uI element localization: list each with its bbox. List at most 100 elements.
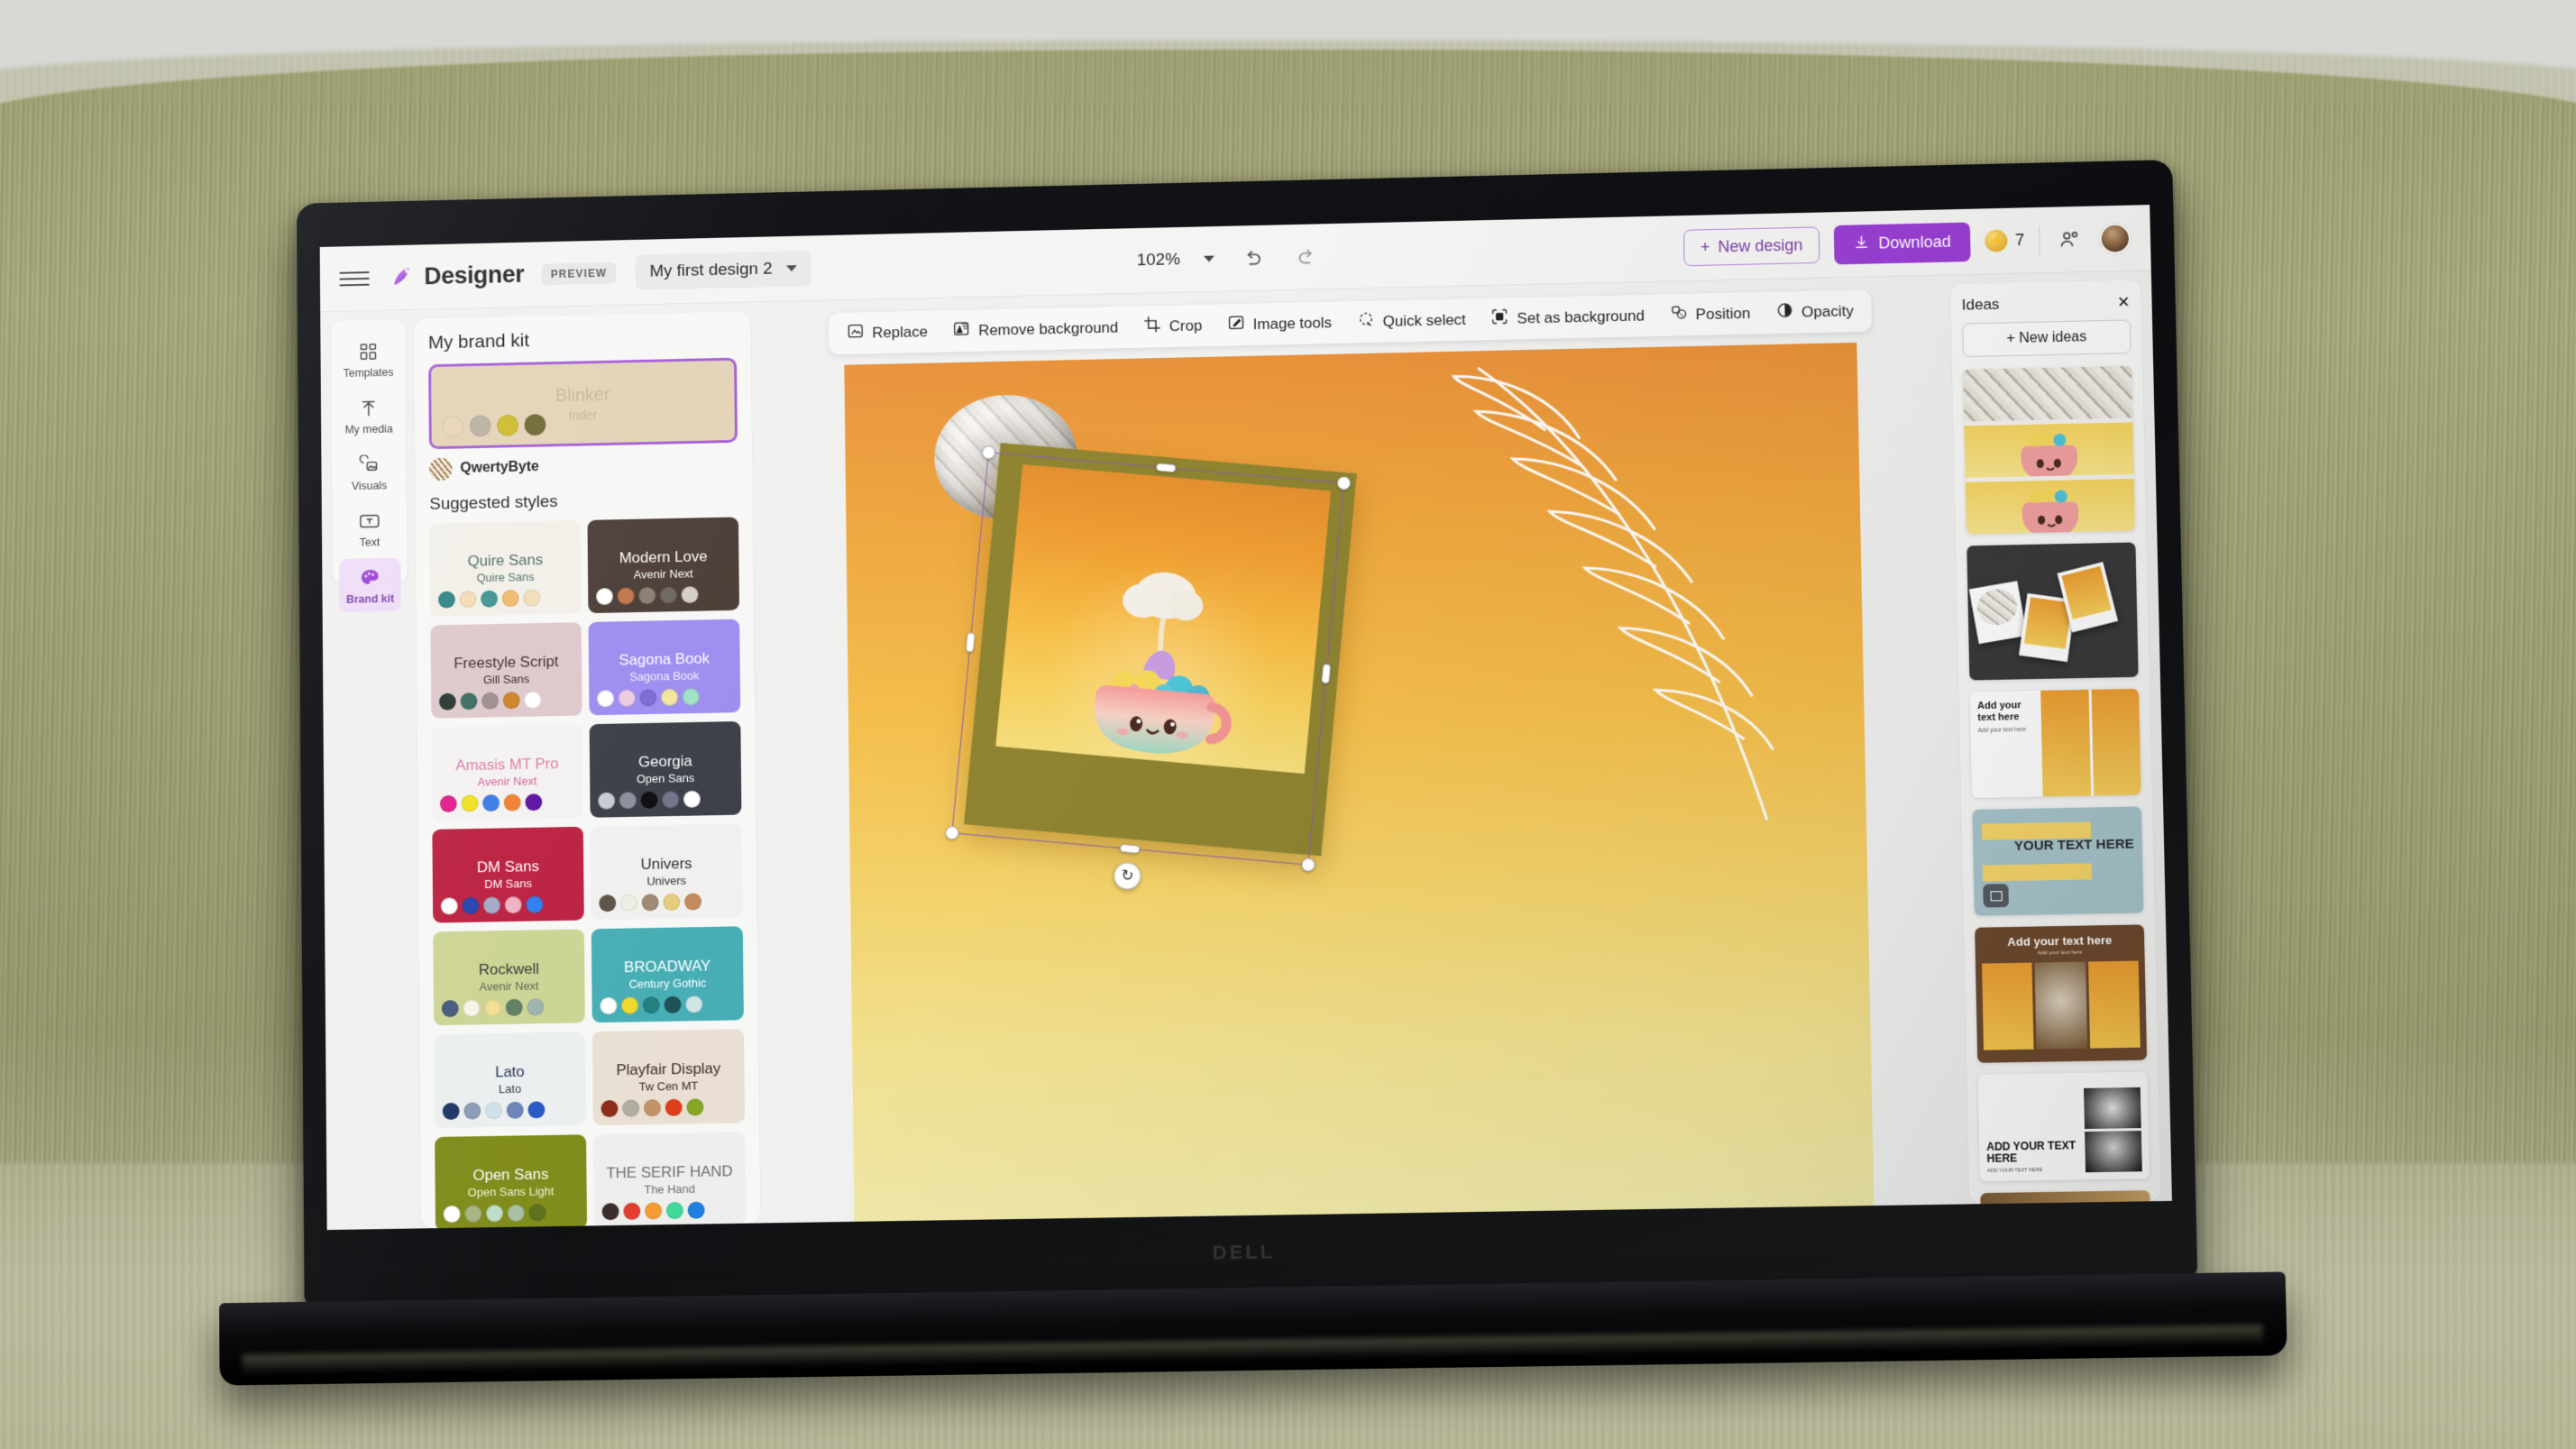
preview-badge: PREVIEW <box>541 261 617 285</box>
swatch <box>663 893 681 912</box>
swatch <box>642 996 660 1014</box>
style-card[interactable]: BROADWAY Century Gothic <box>591 926 744 1023</box>
style-body-font: Avenir Next <box>477 774 537 789</box>
bw-text-block: ADD YOUR TEXT HERE ADD YOUR TEXT HERE <box>1986 1139 2082 1174</box>
swatch <box>442 1102 460 1121</box>
zoom-level-value[interactable]: 102% <box>1137 250 1180 271</box>
toolbar-item-set-as-background[interactable]: Set as background <box>1490 305 1645 330</box>
resize-handle-bottom[interactable] <box>1119 843 1141 854</box>
swatch <box>662 791 680 809</box>
swatch <box>486 1205 504 1223</box>
resize-handle-top-left[interactable] <box>981 445 996 460</box>
style-card[interactable]: Georgia Open Sans <box>589 720 742 818</box>
resize-handle-top[interactable] <box>1155 463 1177 473</box>
ideas-header: Ideas ✕ <box>1962 293 2131 315</box>
toolbar-item-quick-select[interactable]: Quick select <box>1357 308 1466 333</box>
designer-logo-icon <box>389 264 416 291</box>
style-swatches <box>598 790 701 810</box>
style-card[interactable]: Sagona Book Sagona Book <box>588 619 741 716</box>
idea-thumbnail-torn-strips[interactable] <box>1963 365 2136 535</box>
style-body-font: DM Sans <box>484 876 533 892</box>
toolbar-item-label: Image tools <box>1252 313 1333 333</box>
style-card[interactable]: Amasis MT Pro Avenir Next <box>431 724 583 821</box>
idea-text: Add your text here <box>2007 933 2113 949</box>
toolbar-item-crop[interactable]: Crop <box>1143 315 1203 338</box>
brand-kit-card[interactable]: Blinker Inder <box>428 357 738 450</box>
top-bar-right: + New design Download ⚡ 7 <box>1682 218 2131 268</box>
close-icon[interactable]: ✕ <box>2117 293 2131 310</box>
swatch <box>438 591 455 609</box>
toolbar-item-label: Remove background <box>977 318 1119 339</box>
couch-fuzz-edge <box>0 41 2576 104</box>
swatch <box>640 791 658 809</box>
style-card[interactable]: Modern Love Avenir Next <box>587 517 740 614</box>
sidebar-item-label: Visuals <box>351 479 388 493</box>
style-heading-font: Sagona Book <box>619 649 710 668</box>
design-canvas[interactable]: ↻ <box>844 342 1875 1222</box>
dark-collage <box>1966 542 2139 681</box>
idea-thumbnail-brown-triptych[interactable]: Add your text here Add your text here <box>1975 924 2148 1063</box>
swatch <box>596 588 613 606</box>
toolbar-item-replace[interactable]: Replace <box>847 321 928 345</box>
style-card[interactable]: Quire Sans Quire Sans <box>429 520 582 617</box>
style-heading-font: Playfair Display <box>616 1059 721 1078</box>
toolbar-item-position[interactable]: Position <box>1670 302 1751 326</box>
swatch <box>527 1101 545 1119</box>
sidebar-item-visuals[interactable]: Visuals <box>338 445 400 499</box>
swatch <box>664 995 682 1013</box>
strip-keyboard <box>1963 365 2133 422</box>
credits-indicator[interactable]: ⚡ 7 <box>1985 229 2025 252</box>
style-card[interactable]: Playfair Display Tw Cen MT <box>591 1029 746 1126</box>
new-ideas-label: New ideas <box>2019 329 2087 346</box>
hamburger-icon[interactable] <box>339 263 370 294</box>
resize-handle-bottom-right[interactable] <box>1300 857 1316 873</box>
idea-thumbnail-dark-polaroids[interactable] <box>1966 542 2139 681</box>
zoom-chevron-down-icon[interactable] <box>1203 255 1215 262</box>
plus-icon: + <box>1700 238 1710 256</box>
share-people-icon[interactable] <box>2054 224 2086 254</box>
document-name-dropdown[interactable]: My first design 2 <box>635 250 812 290</box>
redo-arrow-icon[interactable] <box>1291 242 1322 272</box>
new-design-button[interactable]: + New design <box>1682 226 1820 267</box>
style-card[interactable]: Lato Lato <box>434 1032 586 1129</box>
sidebar-item-brand-kit[interactable]: Brand kit <box>338 557 401 612</box>
new-ideas-button[interactable]: + New ideas <box>1962 319 2131 358</box>
style-card[interactable]: Freestyle Script Gill Sans <box>430 622 582 719</box>
sidebar-item-my-media[interactable]: My media <box>337 388 399 442</box>
panel-title: My brand kit <box>427 330 530 353</box>
idea-thumbnail-add-your-text[interactable]: Add your text here Add your text here <box>1969 688 2141 798</box>
style-card[interactable]: THE SERIF HAND The Hand <box>592 1132 747 1229</box>
plus-icon: + <box>2006 331 2020 347</box>
style-heading-font: Open Sans <box>472 1165 549 1184</box>
style-card[interactable]: Open Sans Open Sans Light <box>435 1134 588 1229</box>
avatar[interactable] <box>2099 222 2131 254</box>
idea-thumbnail-blue-text[interactable]: YOUR TEXT HERE <box>1972 806 2144 916</box>
style-card[interactable]: Univers Univers <box>590 823 743 921</box>
toolbar-item-image-tools[interactable]: Image tools <box>1227 312 1332 336</box>
kit-swatches <box>442 414 546 438</box>
swatch <box>684 893 702 911</box>
resize-handle-bottom-left[interactable] <box>944 825 959 840</box>
rotate-handle-icon[interactable]: ↻ <box>1113 861 1142 891</box>
toolbar-item-remove-background[interactable]: Remove background <box>952 316 1118 343</box>
brown-columns <box>1982 960 2141 1050</box>
swatch <box>599 894 617 913</box>
sidebar-item-text[interactable]: Text <box>338 501 400 555</box>
set-as-background-icon <box>1490 307 1508 330</box>
selection-box[interactable]: ↻ <box>944 445 1352 891</box>
swatch <box>439 794 457 813</box>
idea-thumbnail-bw-text[interactable]: ADD YOUR TEXT HERE ADD YOUR TEXT HERE <box>1977 1071 2150 1182</box>
toolbar-item-opacity[interactable]: Opacity <box>1775 300 1854 325</box>
style-card[interactable]: DM Sans DM Sans <box>432 826 584 923</box>
swatch <box>619 792 637 810</box>
sidebar-item-templates[interactable]: Templates <box>337 332 399 386</box>
leaf-line-art[interactable] <box>1443 352 1874 861</box>
style-swatches <box>442 1101 545 1121</box>
undo-arrow-icon[interactable] <box>1237 243 1268 273</box>
style-swatches <box>601 1201 705 1221</box>
download-button[interactable]: Download <box>1834 222 1972 264</box>
style-swatches <box>438 589 541 609</box>
style-card[interactable]: Rockwell Avenir Next <box>433 929 585 1026</box>
swatch <box>685 995 703 1013</box>
resize-handle-left[interactable] <box>965 632 976 653</box>
